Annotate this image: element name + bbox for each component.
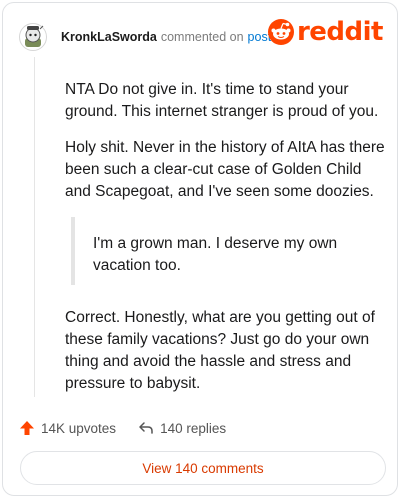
comment-byline: KronkLaSworda commented on post (61, 30, 271, 44)
upvote-button[interactable]: 14K upvotes (19, 420, 116, 436)
upvote-count: 14K upvotes (41, 420, 117, 436)
thread-line (34, 57, 35, 397)
comment-card: KronkLaSworda commented on post reddit N… (2, 2, 398, 496)
comment-header: KronkLaSworda commented on post reddit (19, 17, 384, 53)
username-link[interactable]: KronkLaSworda (61, 30, 157, 44)
view-comments-button[interactable]: View 140 comments (20, 451, 386, 485)
reddit-alien-icon (267, 19, 294, 45)
comment-body: NTA Do not give in. It's time to stand y… (65, 79, 387, 409)
comment-actions: 14K upvotes 140 replies (19, 417, 248, 439)
commented-on-text: commented on (160, 30, 244, 44)
reddit-wordmark: reddit (296, 17, 384, 47)
comment-quote: I'm a grown man. I deserve my own vacati… (71, 217, 387, 285)
reddit-logo[interactable]: reddit (267, 17, 384, 47)
quote-text: I'm a grown man. I deserve my own vacati… (93, 235, 338, 274)
reply-arrow-icon (139, 422, 153, 434)
upvote-arrow-icon (20, 421, 34, 435)
reply-count: 140 replies (160, 420, 227, 436)
comment-paragraph-1: NTA Do not give in. It's time to stand y… (65, 81, 379, 120)
comment-paragraph-2: Holy shit. Never in the history of AItA … (65, 139, 385, 200)
snoo-avatar-icon[interactable] (19, 23, 47, 51)
comment-paragraph-3: Correct. Honestly, what are you getting … (65, 309, 375, 392)
replies-button[interactable]: 140 replies (138, 420, 226, 436)
